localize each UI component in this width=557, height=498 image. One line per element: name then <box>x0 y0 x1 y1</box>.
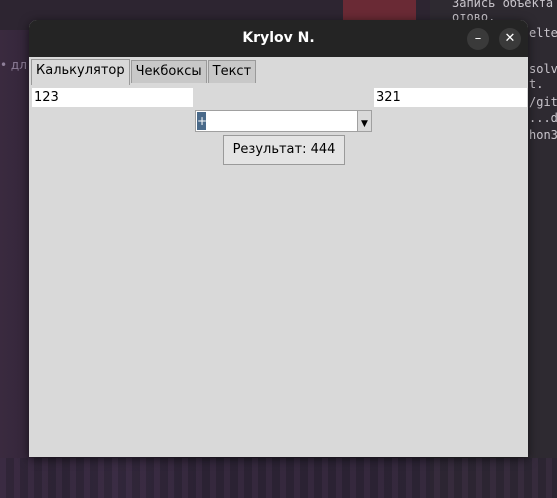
terminal-line: t. <box>529 77 544 91</box>
operator-selected-value: + <box>197 112 208 130</box>
desktop-bottom-pattern <box>0 458 557 498</box>
terminal-line: ...de <box>529 111 557 125</box>
operator-select[interactable]: + ▼ <box>195 110 372 132</box>
background-thumbnail <box>343 0 416 20</box>
first-number-input[interactable]: 123 <box>31 87 194 108</box>
background-side-text: • дл <box>0 58 27 72</box>
second-number-input[interactable]: 321 <box>373 87 528 108</box>
chevron-down-icon[interactable]: ▼ <box>357 111 371 131</box>
minimize-button[interactable]: – <box>467 28 489 50</box>
window-title: Krylov N. <box>242 30 315 46</box>
close-icon: ✕ <box>504 31 516 46</box>
tab-calculator[interactable]: Калькулятор <box>31 59 130 85</box>
app-window: Krylov N. – ✕ Калькулятор Чекбоксы Текст… <box>29 20 528 457</box>
tab-checkboxes[interactable]: Чекбоксы <box>130 60 207 83</box>
notebook-tabs: Калькулятор Чекбоксы Текст <box>31 59 257 85</box>
result-button[interactable]: Результат: 444 <box>223 135 345 165</box>
terminal-line: Запись объекта <box>452 0 554 10</box>
close-button[interactable]: ✕ <box>499 28 521 50</box>
title-bar[interactable]: Krylov N. – ✕ <box>29 20 528 57</box>
terminal-line: elte <box>529 26 557 40</box>
terminal-line: solv <box>529 62 557 76</box>
terminal-line: /git <box>529 95 557 109</box>
terminal-line: hon3 <box>529 128 557 142</box>
minimize-icon: – <box>474 31 482 46</box>
tab-text[interactable]: Текст <box>207 60 257 83</box>
